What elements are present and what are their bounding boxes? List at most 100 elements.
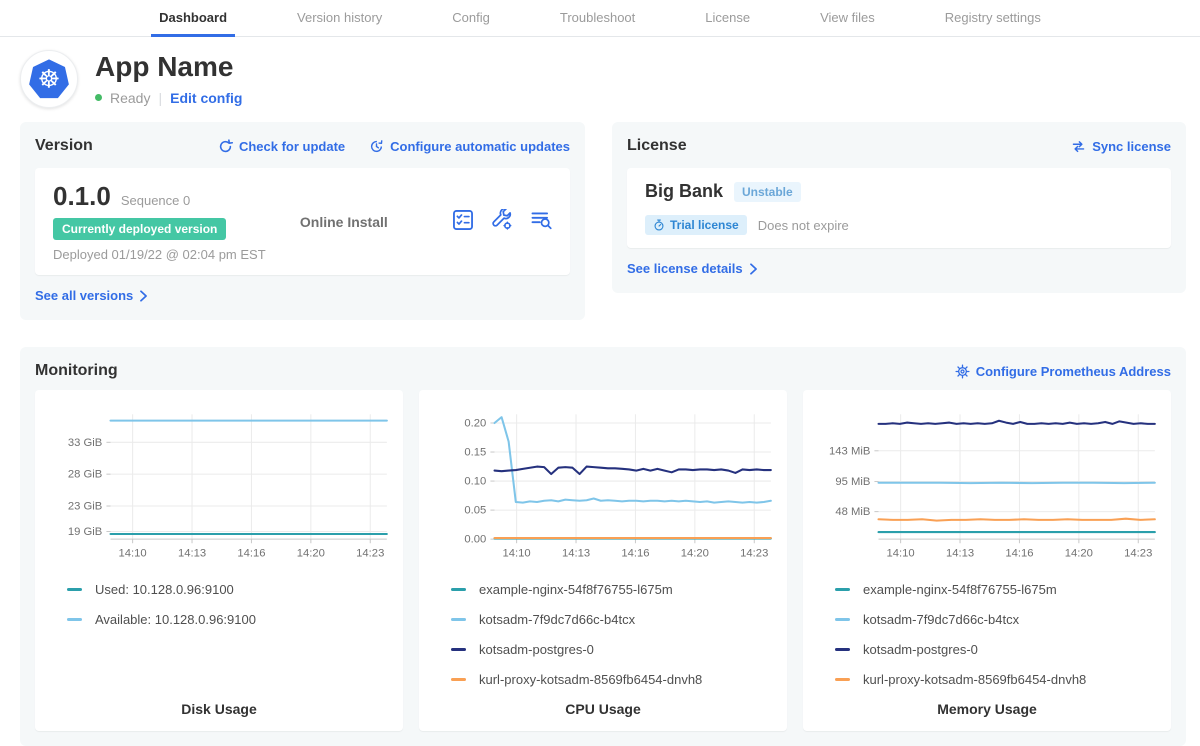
legend-item: example-nginx-54f8f76755-l675m [451, 582, 777, 597]
divider: | [158, 90, 162, 106]
see-license-details-link[interactable]: See license details [627, 261, 758, 276]
license-details-row: Big Bank Unstable Trial license Does not… [627, 168, 1171, 248]
chart-card-cpu-usage: 0.00 0.05 0.10 0.15 0.20 14:10 14:13 14:16 14:20… [419, 390, 787, 731]
svg-text:143 MiB: 143 MiB [829, 445, 870, 457]
see-all-versions-label: See all versions [35, 288, 133, 303]
svg-text:☸: ☸ [38, 65, 61, 94]
tab-license[interactable]: License [697, 0, 758, 37]
legend-dash-icon [451, 618, 466, 621]
svg-text:14:23: 14:23 [356, 548, 384, 560]
status-dot [95, 94, 102, 101]
monitoring-card: Monitoring Configure Prometheus Address … [20, 347, 1186, 746]
deployed-badge: Currently deployed version [53, 218, 226, 240]
clock-refresh-icon [369, 139, 384, 154]
series-line [495, 467, 771, 474]
tab-troubleshoot[interactable]: Troubleshoot [552, 0, 643, 37]
svg-text:14:13: 14:13 [946, 548, 974, 560]
legend-dash-icon [67, 588, 82, 591]
svg-text:0.00: 0.00 [464, 534, 486, 546]
monitoring-title: Monitoring [35, 362, 118, 380]
legend-item: kurl-proxy-kotsadm-8569fb6454-dnvh8 [451, 672, 777, 687]
legend-dash-icon [451, 678, 466, 681]
trial-license-badge: Trial license [645, 215, 747, 235]
configure-prometheus-label: Configure Prometheus Address [976, 364, 1171, 379]
chart-plot-cpu-usage: 0.00 0.05 0.10 0.15 0.20 14:10 14:13 14:16 14:20… [429, 402, 777, 574]
legend-label: kotsadm-postgres-0 [863, 642, 978, 657]
sync-icon [1071, 139, 1086, 154]
legend-label: kotsadm-7f9dc7d66c-b4tcx [479, 612, 635, 627]
tab-view-files[interactable]: View files [812, 0, 883, 37]
legend-dash-icon [451, 588, 466, 591]
top-nav: Dashboard Version history Config Troublesho… [0, 0, 1200, 37]
app-logo: ☸ [20, 50, 78, 108]
svg-text:14:10: 14:10 [119, 548, 147, 560]
tab-registry-settings[interactable]: Registry settings [937, 0, 1049, 37]
chevron-right-icon [139, 290, 148, 302]
check-for-update-button[interactable]: Check for update [218, 139, 345, 154]
svg-text:0.20: 0.20 [464, 418, 486, 430]
deploy-logs-button[interactable] [530, 209, 552, 234]
version-sequence: Sequence 0 [121, 193, 190, 208]
preflight-checks-button[interactable] [452, 209, 474, 234]
svg-text:0.10: 0.10 [464, 476, 486, 488]
chart-title-disk-usage: Disk Usage [45, 687, 393, 717]
svg-text:28 GiB: 28 GiB [68, 469, 102, 481]
channel-badge: Unstable [734, 182, 801, 202]
legend-item: example-nginx-54f8f76755-l675m [835, 582, 1161, 597]
refresh-icon [218, 139, 233, 154]
chart-legend-disk-usage: Used: 10.128.0.96:9100 Available: 10.128.… [67, 582, 393, 627]
legend-dash-icon [835, 648, 850, 651]
tab-version-history[interactable]: Version history [289, 0, 390, 37]
page-title: App Name [95, 52, 242, 83]
legend-label: kurl-proxy-kotsadm-8569fb6454-dnvh8 [863, 672, 1086, 687]
chart-card-memory-usage: 48 MiB95 MiB143 MiB14:1014:1314:1614:201… [803, 390, 1171, 731]
legend-dash-icon [67, 618, 82, 621]
svg-text:95 MiB: 95 MiB [835, 476, 870, 488]
legend-item: kotsadm-7f9dc7d66c-b4tcx [835, 612, 1161, 627]
sync-license-button[interactable]: Sync license [1071, 139, 1171, 154]
svg-text:14:20: 14:20 [681, 548, 709, 560]
svg-text:0.15: 0.15 [464, 447, 486, 459]
trial-license-label: Trial license [670, 218, 739, 232]
configure-automatic-updates-button[interactable]: Configure automatic updates [369, 139, 570, 154]
svg-text:14:23: 14:23 [1124, 548, 1152, 560]
svg-text:33 GiB: 33 GiB [68, 437, 102, 449]
svg-text:14:13: 14:13 [562, 548, 590, 560]
config-values-button[interactable] [491, 209, 513, 234]
legend-label: example-nginx-54f8f76755-l675m [479, 582, 673, 597]
svg-text:0.05: 0.05 [464, 505, 486, 517]
legend-label: kurl-proxy-kotsadm-8569fb6454-dnvh8 [479, 672, 702, 687]
version-card-title: Version [35, 137, 93, 155]
tab-config[interactable]: Config [444, 0, 498, 37]
chart-title-memory-usage: Memory Usage [813, 687, 1161, 717]
edit-config-link[interactable]: Edit config [170, 90, 242, 106]
legend-item: kotsadm-postgres-0 [835, 642, 1161, 657]
legend-item: Used: 10.128.0.96:9100 [67, 582, 393, 597]
configure-prometheus-button[interactable]: Configure Prometheus Address [955, 364, 1171, 379]
svg-text:14:10: 14:10 [503, 548, 531, 560]
legend-label: kotsadm-postgres-0 [479, 642, 594, 657]
legend-dash-icon [835, 618, 850, 621]
chart-plot-disk-usage: 19 GiB23 GiB28 GiB33 GiB14:1014:1314:161… [45, 402, 393, 574]
tab-dashboard[interactable]: Dashboard [151, 0, 235, 37]
legend-dash-icon [835, 678, 850, 681]
configure-automatic-updates-label: Configure automatic updates [390, 139, 570, 154]
install-type: Online Install [300, 214, 388, 230]
stopwatch-icon [653, 219, 665, 231]
chart-legend-memory-usage: example-nginx-54f8f76755-l675m kotsadm-7f… [835, 582, 1161, 687]
legend-item: Available: 10.128.0.96:9100 [67, 612, 393, 627]
sync-license-label: Sync license [1092, 139, 1171, 154]
svg-text:14:16: 14:16 [621, 548, 649, 560]
license-card: License Sync license Big Bank Unstable [612, 122, 1186, 293]
svg-text:14:20: 14:20 [1065, 548, 1093, 560]
legend-dash-icon [451, 648, 466, 651]
license-card-title: License [627, 137, 687, 155]
chart-card-disk-usage: 19 GiB23 GiB28 GiB33 GiB14:1014:1314:161… [35, 390, 403, 731]
see-all-versions-link[interactable]: See all versions [35, 288, 148, 303]
check-for-update-label: Check for update [239, 139, 345, 154]
svg-text:14:16: 14:16 [1005, 548, 1033, 560]
current-version-row: 0.1.0 Sequence 0 Currently deployed vers… [35, 168, 570, 275]
main-content: Version Check for update [0, 118, 1200, 746]
chevron-right-icon [749, 263, 758, 275]
legend-item: kotsadm-7f9dc7d66c-b4tcx [451, 612, 777, 627]
